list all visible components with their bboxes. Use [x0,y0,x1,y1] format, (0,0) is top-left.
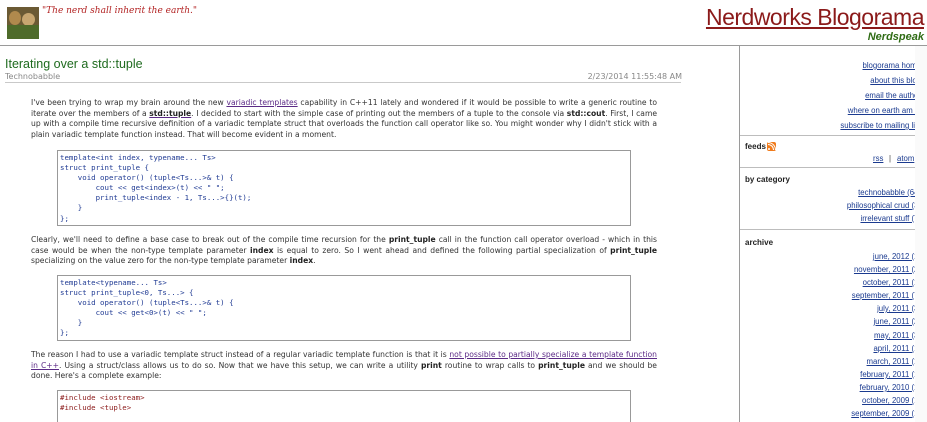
page-scrollbar[interactable] [915,46,927,422]
blog-header: "The nerd shall inherit the earth." Nerd… [0,0,927,46]
code-line: print_tuple<index - 1, Ts...>{}(t); [60,193,252,203]
sidebar-divider-line [740,229,927,230]
post-area: Iterating over a std::tuple Technobabble… [0,46,739,422]
blog-title-link[interactable]: Nerdworks Blogorama [706,4,925,31]
code-line: cout << get<0>(t) << " "; [60,308,207,318]
sidebar: blogorama home about this blog email the… [740,46,927,422]
post-divider [5,82,681,83]
feed-separator: | [889,154,892,163]
archive-link[interactable]: may, 2011 (3) [874,331,921,340]
code-block: template<typename... Ts> struct print_tup… [57,275,631,341]
code-line: cout << get<index>(t) << " "; [60,183,225,193]
category-link-philosophical[interactable]: philosophical crud (3) [847,201,921,210]
archive-link[interactable]: october, 2011 (1) [863,278,921,287]
code-line: }; [60,213,69,223]
category-heading: by category [745,175,790,184]
variadic-templates-link[interactable]: variadic templates [226,98,297,107]
nav-link-blogorama-home[interactable]: blogorama home [862,61,921,70]
code-line: struct print_tuple { [60,163,149,173]
archive-link[interactable]: february, 2011 (1) [860,370,921,379]
post-paragraph: The reason I had to use a variadic templ… [31,350,657,381]
sidebar-divider-line [740,167,927,168]
atom-link[interactable]: atom [897,154,914,163]
archive-link[interactable]: november, 2011 (2) [854,265,921,274]
category-link-technobabble[interactable]: technobabble (64) [858,188,921,197]
post-category: Technobabble [5,72,61,81]
nav-link-subscribe[interactable]: subscribe to mailing list [840,121,921,130]
nav-link-about[interactable]: about this blog [870,76,921,85]
sidebar-divider-line [740,135,927,136]
post-title: Iterating over a std::tuple [5,57,143,71]
code-block: template<int index, typename... Ts> struc… [57,150,631,226]
code-line: }; [60,328,69,338]
post-paragraph: I've been trying to wrap my brain around… [31,98,658,139]
blog-subtitle: Nerdspeak [867,31,924,43]
archive-link[interactable]: february, 2010 (1) [860,383,921,392]
code-line: template<int index, typename... Ts> [60,153,216,162]
code-line: void operator() (tuple<Ts...>& t) { [60,173,234,183]
archive-link[interactable]: june, 2011 (2) [873,317,921,326]
code-line: } [60,318,83,328]
archive-link[interactable]: april, 2011 (1) [873,344,921,353]
archive-link[interactable]: june, 2012 (1) [873,252,921,261]
code-line: struct print_tuple<0, Ts...> { [60,288,194,298]
feeds-heading: feeds [745,142,766,151]
archive-link[interactable]: september, 2009 (1) [851,409,921,418]
blog-tagline: "The nerd shall inherit the earth." [42,6,198,16]
rss-icon[interactable] [767,142,776,151]
archive-link[interactable]: october, 2009 (1) [862,396,921,405]
archive-link[interactable]: march, 2011 (1) [867,357,921,366]
code-line: #include <tuple> [60,403,132,413]
code-line: } [60,203,83,213]
post-paragraph: Clearly, we'll need to define a base cas… [31,235,657,266]
avatar [7,7,39,39]
code-block: #include <iostream> #include <tuple> [57,390,631,422]
category-link-irrelevant[interactable]: irrelevant stuff (7) [860,214,921,223]
archive-heading: archive [745,238,774,247]
code-line: #include <iostream> [60,393,145,402]
archive-link[interactable]: september, 2011 (7) [852,291,921,300]
nav-link-location[interactable]: where on earth am i? [848,106,921,115]
rss-link[interactable]: rss [873,154,883,163]
code-line: void operator() (tuple<Ts...>& t) { [60,298,234,308]
code-line: template<typename... Ts> [60,278,167,287]
nav-link-email-author[interactable]: email the author [865,91,921,100]
std-tuple-link[interactable]: std::tuple [149,109,191,118]
post-date: 2/23/2014 11:55:48 AM [587,72,682,81]
